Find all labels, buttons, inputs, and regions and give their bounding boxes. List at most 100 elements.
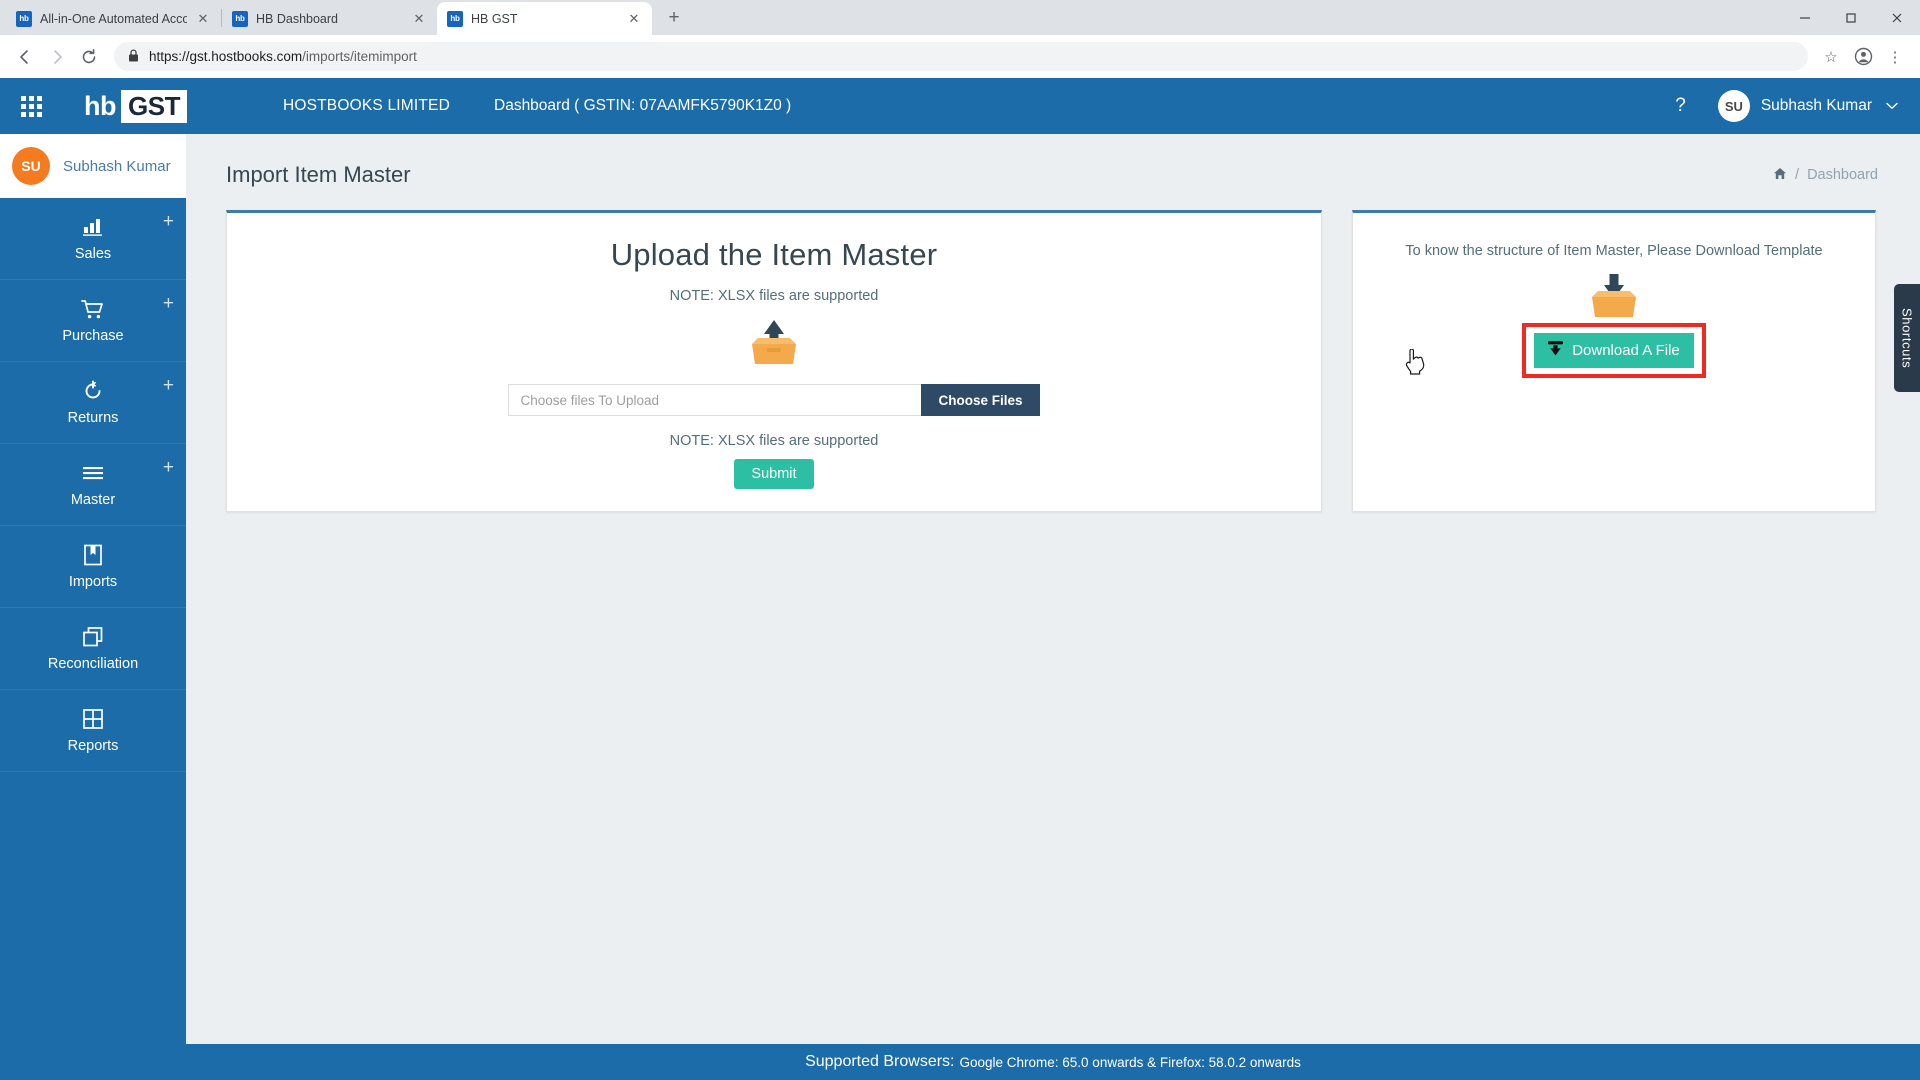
pointer-hand-cursor bbox=[1405, 348, 1425, 375]
tab-title: HB GST bbox=[471, 11, 518, 26]
app-header: hb GST HOSTBOOKS LIMITED Dashboard ( GST… bbox=[0, 78, 1920, 134]
file-path-input[interactable]: Choose files To Upload bbox=[508, 384, 922, 416]
breadcrumb-current[interactable]: Dashboard bbox=[1807, 167, 1878, 183]
download-box-icon bbox=[1353, 271, 1875, 321]
sidebar-item-reconciliation[interactable]: Reconciliation bbox=[0, 608, 186, 690]
upload-heading: Upload the Item Master bbox=[610, 237, 938, 272]
header-right-cluster: ? SU Subhash Kumar bbox=[1661, 78, 1898, 134]
hamburger-lines-icon bbox=[81, 461, 105, 485]
sidebar: SU Subhash Kumar + Sales + Purchase + Re… bbox=[0, 134, 186, 1080]
reload-icon[interactable] bbox=[74, 42, 104, 72]
shopping-cart-icon bbox=[81, 297, 105, 321]
tab-title: HB Dashboard bbox=[256, 11, 338, 26]
sidebar-item-label: Reconciliation bbox=[47, 656, 139, 672]
sidebar-item-label: Sales bbox=[74, 246, 112, 262]
url-path: /imports/itemimport bbox=[302, 49, 417, 64]
sidebar-item-returns[interactable]: + Returns bbox=[0, 362, 186, 444]
tab-favicon: hb bbox=[16, 10, 32, 27]
bookmark-star-icon[interactable]: ☆ bbox=[1816, 42, 1846, 72]
copy-layers-icon bbox=[82, 625, 104, 649]
sidebar-item-purchase[interactable]: + Purchase bbox=[0, 280, 186, 362]
highlight-annotation-box: Download A File bbox=[1522, 323, 1706, 378]
sidebar-item-master[interactable]: + Master bbox=[0, 444, 186, 526]
app-footer: Supported Browsers: Google Chrome: 65.0 … bbox=[186, 1044, 1920, 1080]
brand-logo[interactable]: hb GST bbox=[84, 89, 187, 123]
bookmark-book-icon bbox=[83, 543, 103, 567]
sidebar-item-reports[interactable]: Reports bbox=[0, 690, 186, 772]
sidebar-item-label: Imports bbox=[68, 574, 118, 590]
sidebar-item-imports[interactable]: Imports bbox=[0, 526, 186, 608]
dashboard-gstin-info[interactable]: Dashboard ( GSTIN: 07AAMFK5790K1Z0 ) bbox=[494, 97, 791, 115]
brand-hb-text: hb bbox=[84, 90, 117, 121]
profile-avatar-icon[interactable] bbox=[1848, 42, 1878, 72]
download-arrow-icon bbox=[1546, 340, 1565, 361]
maximize-icon[interactable] bbox=[1828, 0, 1874, 35]
browser-tabstrip: hb All-in-One Automated Accountin ✕ hb H… bbox=[0, 0, 1920, 35]
breadcrumb: / Dashboard bbox=[1773, 167, 1878, 183]
sidebar-add-returns-button[interactable]: + bbox=[163, 376, 174, 395]
minimize-icon[interactable] bbox=[1782, 0, 1828, 35]
avatar: SU bbox=[12, 147, 50, 185]
back-icon[interactable] bbox=[10, 42, 40, 72]
close-icon[interactable] bbox=[1874, 0, 1920, 35]
address-bar-url: https://gst.hostbooks.com/imports/itemim… bbox=[149, 49, 417, 64]
grid-apps-icon[interactable] bbox=[0, 78, 62, 134]
download-note: To know the structure of Item Master, Pl… bbox=[1405, 243, 1823, 259]
upload-box-icon bbox=[227, 318, 1321, 368]
upload-note-top: NOTE: XLSX files are supported bbox=[669, 288, 879, 304]
browser-toolbar: https://gst.hostbooks.com/imports/itemim… bbox=[0, 35, 1920, 78]
sidebar-item-label: Master bbox=[70, 492, 116, 508]
page-header: Import Item Master / Dashboard bbox=[186, 134, 1920, 188]
tab-favicon: hb bbox=[232, 10, 248, 27]
tab-close-icon[interactable]: ✕ bbox=[626, 11, 642, 27]
user-name-label: Subhash Kumar bbox=[1760, 97, 1872, 114]
avatar: SU bbox=[1717, 90, 1750, 122]
sidebar-add-sales-button[interactable]: + bbox=[163, 212, 174, 231]
browser-tab-3[interactable]: hb HB GST ✕ bbox=[437, 2, 652, 35]
bar-chart-icon bbox=[82, 215, 104, 239]
panels-row: Upload the Item Master NOTE: XLSX files … bbox=[186, 188, 1920, 512]
download-button-wrap: Download A File bbox=[1353, 323, 1875, 378]
browser-window: hb All-in-One Automated Accountin ✕ hb H… bbox=[0, 0, 1920, 1080]
sidebar-add-master-button[interactable]: + bbox=[163, 458, 174, 477]
sidebar-item-label: Purchase bbox=[62, 328, 124, 344]
download-button-label: Download A File bbox=[1572, 342, 1680, 359]
window-controls bbox=[1782, 0, 1920, 35]
upload-card: Upload the Item Master NOTE: XLSX files … bbox=[226, 210, 1322, 512]
upload-note-bottom: NOTE: XLSX files are supported bbox=[669, 433, 879, 449]
footer-strong-label: Supported Browsers: bbox=[805, 1053, 955, 1070]
brand-gst-badge: GST bbox=[121, 89, 187, 123]
file-chooser-row: Choose files To Upload Choose Files bbox=[227, 384, 1321, 416]
sidebar-user-block[interactable]: SU Subhash Kumar bbox=[0, 134, 186, 198]
tab-close-icon[interactable]: ✕ bbox=[411, 11, 427, 27]
download-a-file-button[interactable]: Download A File bbox=[1534, 333, 1694, 368]
page-title: Import Item Master bbox=[226, 162, 411, 187]
browser-tab-2[interactable]: hb HB Dashboard ✕ bbox=[222, 2, 437, 35]
sidebar-item-label: Returns bbox=[67, 410, 119, 426]
forward-icon[interactable] bbox=[42, 42, 72, 72]
company-name: HOSTBOOKS LIMITED bbox=[282, 97, 450, 114]
refresh-cycle-icon bbox=[82, 379, 104, 403]
chevron-down-icon bbox=[1886, 99, 1898, 113]
submit-button[interactable]: Submit bbox=[734, 459, 814, 489]
sidebar-user-name: Subhash Kumar bbox=[63, 157, 171, 175]
user-menu[interactable]: SU Subhash Kumar bbox=[1717, 90, 1898, 122]
tab-title: All-in-One Automated Accountin bbox=[40, 11, 187, 26]
sidebar-add-purchase-button[interactable]: + bbox=[163, 294, 174, 313]
sidebar-item-sales[interactable]: + Sales bbox=[0, 198, 186, 280]
browser-tab-1[interactable]: hb All-in-One Automated Accountin ✕ bbox=[6, 2, 221, 35]
choose-files-button[interactable]: Choose Files bbox=[921, 384, 1040, 416]
help-icon[interactable]: ? bbox=[1661, 95, 1700, 117]
home-icon[interactable] bbox=[1773, 167, 1787, 183]
address-bar[interactable]: https://gst.hostbooks.com/imports/itemim… bbox=[114, 42, 1808, 71]
sidebar-item-label: Reports bbox=[67, 738, 119, 754]
new-tab-button[interactable]: + bbox=[660, 4, 688, 32]
footer-browsers-label: Google Chrome: 65.0 onwards & Firefox: 5… bbox=[959, 1054, 1301, 1070]
tab-favicon: hb bbox=[447, 10, 463, 27]
grid-table-icon bbox=[82, 707, 104, 731]
main-content: Import Item Master / Dashboard Upload th… bbox=[186, 134, 1920, 1080]
shortcuts-tab[interactable]: Shortcuts bbox=[1894, 284, 1920, 392]
tab-close-icon[interactable]: ✕ bbox=[195, 11, 211, 27]
shortcuts-tab-label: Shortcuts bbox=[1899, 307, 1915, 369]
browser-menu-icon[interactable]: ⋮ bbox=[1880, 42, 1910, 72]
